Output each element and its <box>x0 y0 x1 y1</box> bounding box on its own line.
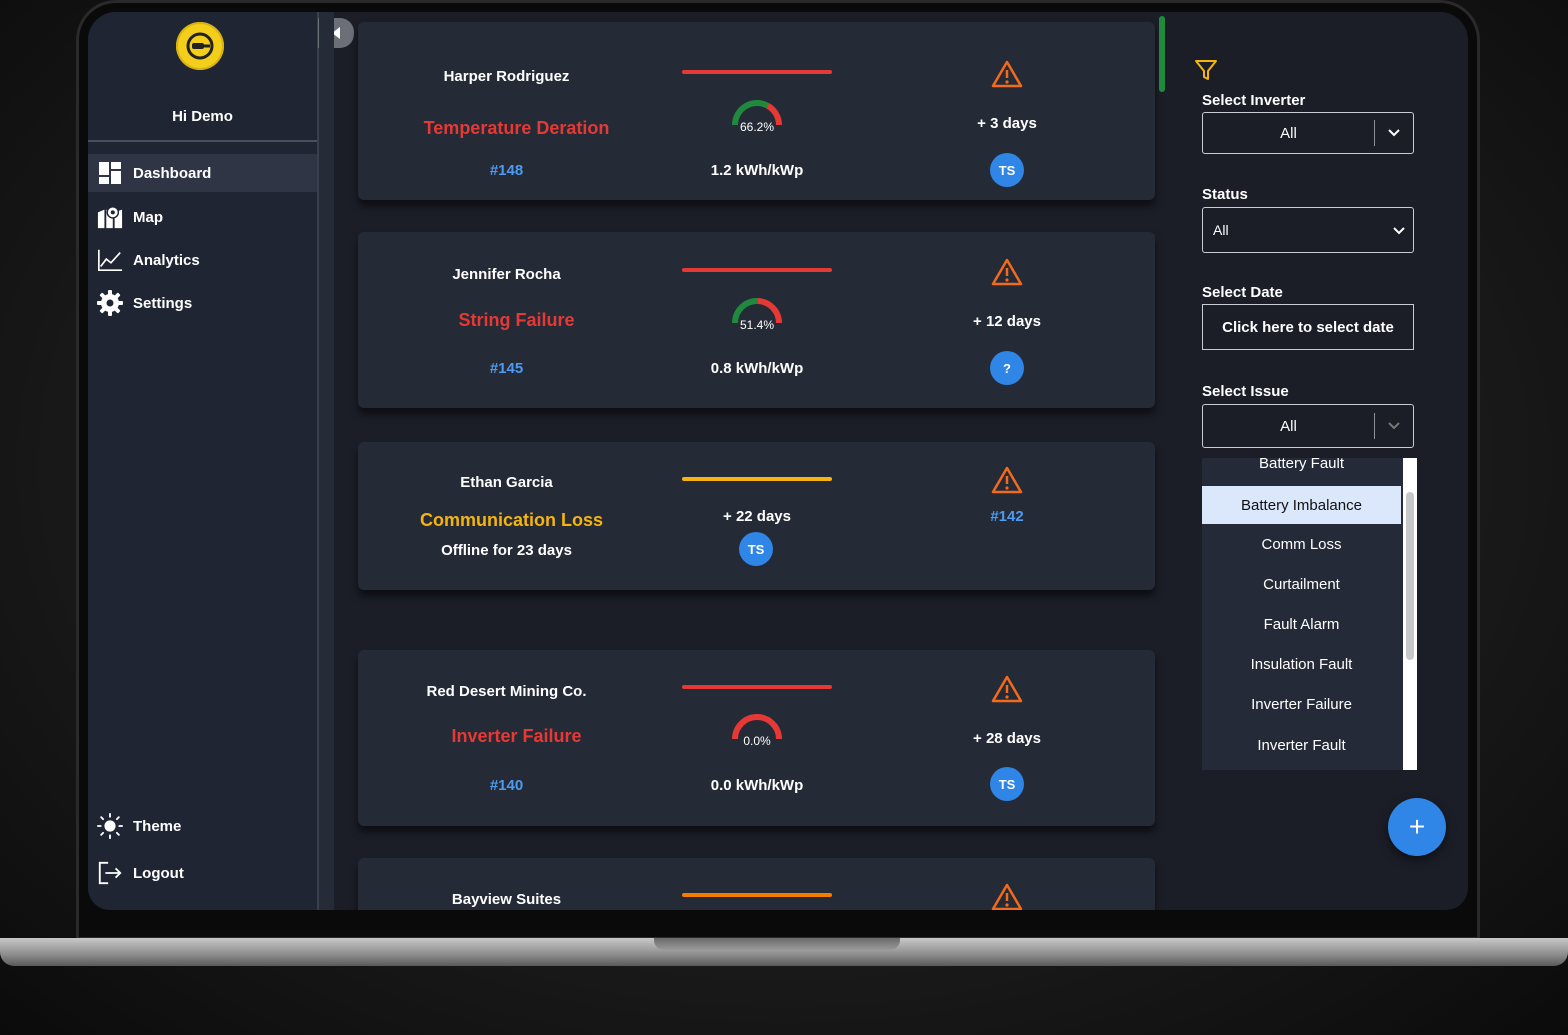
issue-option[interactable]: Comm Loss <box>1202 525 1401 563</box>
sidebar: Hi Demo Dashboard Map Analytics Settings <box>88 12 319 910</box>
gear-icon <box>97 290 123 316</box>
site-name: Ethan Garcia <box>460 474 553 491</box>
ticket-link[interactable]: #140 <box>378 777 635 794</box>
days-open: + 3 days <box>977 115 1037 132</box>
alert-card-1[interactable]: Harper Rodriguez Temperature Deration #1… <box>358 22 1155 200</box>
issue-title: Communication Loss <box>419 510 603 530</box>
issue-select-value: All <box>1280 417 1297 435</box>
date-label: Select Date <box>1202 284 1283 301</box>
energy-yield: 1.2 kWh/kWp <box>710 162 804 179</box>
map-icon <box>97 204 123 230</box>
status-select[interactable]: All <box>1202 207 1414 253</box>
plug-logo-icon <box>186 32 214 60</box>
issue-option[interactable]: Inverter Fault <box>1202 726 1401 764</box>
feed-gutter <box>319 12 334 910</box>
nav-settings[interactable]: Settings <box>88 284 317 322</box>
alert-card-3[interactable]: Ethan Garcia Communication Loss Offline … <box>358 442 1155 590</box>
issue-label: Select Issue <box>1202 383 1289 400</box>
warning-icon <box>991 258 1023 286</box>
greeting: Hi Demo <box>172 108 233 125</box>
alert-card-4[interactable]: Red Desert Mining Co. Inverter Failure #… <box>358 650 1155 826</box>
nav-analytics-label: Analytics <box>133 251 200 269</box>
analytics-icon <box>97 247 123 273</box>
nav-dashboard-label: Dashboard <box>133 164 212 182</box>
days-open: + 28 days <box>973 730 1041 747</box>
ticket-link[interactable]: #145 <box>378 360 635 377</box>
app-screen: Hi Demo Dashboard Map Analytics Settings <box>88 12 1468 910</box>
status-line <box>682 477 832 481</box>
issue-title: Inverter Failure <box>451 726 582 746</box>
filter-icon[interactable] <box>1194 58 1218 82</box>
logout-icon <box>97 860 123 886</box>
laptop-notch <box>654 938 900 950</box>
assignee-badge[interactable]: TS <box>739 532 773 566</box>
days-open: + 12 days <box>973 313 1041 330</box>
inverter-select[interactable]: All <box>1202 112 1414 154</box>
nav-dashboard[interactable]: Dashboard <box>88 154 317 192</box>
status-label: Status <box>1202 186 1248 203</box>
issue-title: Temperature Deration <box>423 118 610 138</box>
performance-percent: 0.0% <box>743 734 771 748</box>
add-button[interactable]: + <box>1388 798 1446 856</box>
nav-map[interactable]: Map <box>88 198 317 236</box>
select-date-button[interactable]: Click here to select date <box>1202 304 1414 350</box>
scroll-indicator <box>1159 16 1165 92</box>
issue-option[interactable]: Inverter Failure <box>1202 685 1401 723</box>
warning-icon <box>991 466 1023 494</box>
assignee-badge[interactable]: TS <box>990 767 1024 801</box>
status-line <box>682 268 832 272</box>
issue-select[interactable]: All <box>1202 404 1414 448</box>
dashboard-icon <box>97 160 123 186</box>
theme-toggle[interactable]: Theme <box>88 807 317 845</box>
energy-yield: 0.0 kWh/kWp <box>710 777 804 794</box>
alert-card-5[interactable]: Bayview Suites <box>358 858 1155 910</box>
nav-analytics[interactable]: Analytics <box>88 241 317 279</box>
site-name: Bayview Suites <box>451 891 562 908</box>
app-logo <box>176 22 224 70</box>
nav-map-label: Map <box>133 208 163 226</box>
issue-option[interactable]: Insulation Fault <box>1202 645 1401 683</box>
inverter-select-value: All <box>1280 124 1297 142</box>
warning-icon <box>991 60 1023 88</box>
inverter-label: Select Inverter <box>1202 92 1306 109</box>
chevron-down-icon <box>1375 421 1413 431</box>
dropdown-scroll-thumb[interactable] <box>1406 492 1414 660</box>
days-open: + 22 days <box>723 508 791 525</box>
issue-option[interactable]: Curtailment <box>1202 565 1401 603</box>
status-select-value: All <box>1213 222 1229 238</box>
chevron-down-icon <box>1393 222 1405 238</box>
ticket-link[interactable]: #148 <box>378 162 635 179</box>
nav-settings-label: Settings <box>133 294 193 312</box>
status-line <box>682 685 832 689</box>
issue-option-highlighted[interactable]: Battery Imbalance <box>1202 486 1401 524</box>
warning-icon <box>991 883 1023 910</box>
status-line <box>682 70 832 74</box>
issue-option[interactable]: Battery Fault <box>1202 458 1401 482</box>
assignee-badge[interactable]: TS <box>990 153 1024 187</box>
logout-label: Logout <box>133 864 184 882</box>
logout-button[interactable]: Logout <box>88 854 317 892</box>
issue-option[interactable]: Fault Alarm <box>1202 605 1401 643</box>
site-name: Harper Rodriguez <box>443 68 570 85</box>
warning-icon <box>991 675 1023 703</box>
offline-duration: Offline for 23 days <box>441 542 572 559</box>
performance-percent: 66.2% <box>739 120 775 134</box>
issue-title: String Failure <box>458 310 575 330</box>
theme-label: Theme <box>133 817 182 835</box>
sidebar-divider <box>88 140 317 142</box>
issue-dropdown-list: Battery Fault Battery Imbalance Comm Los… <box>1202 458 1417 770</box>
sun-icon <box>97 813 123 839</box>
site-name: Red Desert Mining Co. <box>426 683 587 700</box>
energy-yield: 0.8 kWh/kWp <box>710 360 804 377</box>
ticket-link[interactable]: #142 <box>932 508 1082 525</box>
chevron-down-icon <box>1375 128 1413 138</box>
status-line <box>682 893 832 897</box>
alert-card-2[interactable]: Jennifer Rocha String Failure #145 51.4%… <box>358 232 1155 408</box>
assignee-badge[interactable]: ? <box>990 351 1024 385</box>
performance-percent: 51.4% <box>739 318 775 332</box>
site-name: Jennifer Rocha <box>452 266 561 283</box>
